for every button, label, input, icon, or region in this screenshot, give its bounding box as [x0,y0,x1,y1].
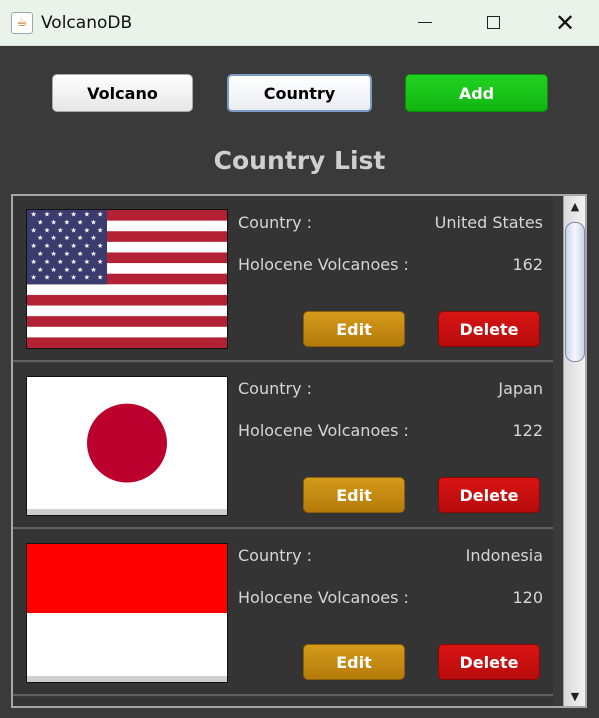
svg-text:★: ★ [90,234,96,242]
svg-text:★: ★ [57,242,63,250]
svg-text:★: ★ [90,266,96,274]
svg-text:★: ★ [77,219,83,227]
country-value: Indonesia [465,546,543,565]
edit-button[interactable]: Edit [303,477,405,513]
delete-button[interactable]: Delete [438,644,540,680]
minimize-button[interactable] [390,0,460,45]
svg-text:★: ★ [84,211,90,219]
volcano-button[interactable]: Volcano [52,74,193,112]
svg-text:★: ★ [84,226,90,234]
country-label: Country : [238,546,313,565]
svg-text:★: ★ [31,242,37,250]
svg-text:★: ★ [37,234,43,242]
close-button[interactable]: ✕ [530,0,599,45]
svg-text:★: ★ [97,274,103,282]
svg-text:★: ★ [44,258,50,266]
country-label: Country : [238,379,313,398]
scroll-down-icon[interactable]: ▼ [564,686,585,706]
holocene-volcanoes-label: Holocene Volcanoes : [238,255,409,274]
holocene-volcanoes-label: Holocene Volcanoes : [238,588,409,607]
list-item [13,697,553,706]
svg-text:★: ★ [70,274,76,282]
add-button[interactable]: Add [405,74,548,112]
maximize-button[interactable] [458,0,528,45]
svg-text:★: ★ [90,219,96,227]
svg-text:★: ★ [44,211,50,219]
svg-text:★: ★ [57,211,63,219]
vertical-scrollbar[interactable]: ▲ ▼ [563,196,585,706]
svg-text:★: ★ [84,258,90,266]
svg-text:★: ★ [44,274,50,282]
holocene-volcanoes-count: 120 [512,588,543,607]
close-icon: ✕ [554,8,576,37]
title-bar: ☕ VolcanoDB ✕ [0,0,599,46]
delete-button[interactable]: Delete [438,477,540,513]
svg-text:★: ★ [37,250,43,258]
svg-text:★: ★ [84,242,90,250]
svg-text:★: ★ [70,211,76,219]
maximize-icon [486,16,500,29]
svg-text:★: ★ [77,250,83,258]
svg-text:★: ★ [64,234,70,242]
main-panel: Volcano Country Add Country List ★ ★ ★ ★ ★ ★ ★… [0,46,599,718]
svg-text:★: ★ [31,258,37,266]
svg-text:★: ★ [84,274,90,282]
svg-text:★: ★ [31,226,37,234]
list-item: Country : Japan Holocene Volcanoes : 122… [13,363,553,529]
minimize-icon [418,21,432,24]
svg-text:★: ★ [37,219,43,227]
holocene-volcanoes-count: 122 [512,421,543,440]
country-value: Japan [498,379,543,398]
country-list[interactable]: ★ ★ ★ ★ ★ ★ ★ ★ ★ ★ ★ ★ ★ ★ ★ ★ ★ ★ ★ ★ ★ ★ ★ ★ ★ ★ ★ ★ ★ ★ ★ ★ ★ ★ ★ ★ ★ ★ ★ ★… [11,194,587,708]
delete-button[interactable]: Delete [438,311,540,347]
holocene-volcanoes-count: 162 [512,255,543,274]
list-item: ★ ★ ★ ★ ★ ★ ★ ★ ★ ★ ★ ★ ★ ★ ★ ★ ★ ★ ★ ★ ★ ★ ★ ★ ★ ★ ★ ★ ★ ★ ★ ★ ★ ★ ★ ★ ★ ★ ★ ★… [13,196,553,362]
svg-text:★: ★ [64,250,70,258]
svg-text:★: ★ [57,274,63,282]
country-value: United States [434,213,543,232]
svg-text:★: ★ [97,226,103,234]
japan-flag [26,376,228,516]
scrollbar-thumb[interactable] [565,222,585,362]
svg-text:★: ★ [50,266,56,274]
page-title: Country List [213,146,386,175]
indonesia-flag [26,543,228,683]
svg-text:★: ★ [64,266,70,274]
list-item: Country : Indonesia Holocene Volcanoes :… [13,530,553,696]
svg-text:★: ★ [77,234,83,242]
svg-text:★: ★ [44,226,50,234]
svg-text:★: ★ [64,219,70,227]
svg-text:★: ★ [77,266,83,274]
scroll-up-icon[interactable]: ▲ [564,196,585,216]
svg-text:★: ★ [97,242,103,250]
country-label: Country : [238,213,313,232]
svg-text:★: ★ [50,234,56,242]
svg-text:★: ★ [31,274,37,282]
holocene-volcanoes-label: Holocene Volcanoes : [238,421,409,440]
svg-text:★: ★ [70,242,76,250]
svg-text:★: ★ [50,250,56,258]
svg-text:★: ★ [57,258,63,266]
svg-text:★: ★ [37,266,43,274]
java-cup-icon: ☕ [11,11,33,34]
edit-button[interactable]: Edit [303,644,405,680]
svg-text:★: ★ [97,258,103,266]
us-flag: ★ ★ ★ ★ ★ ★ ★ ★ ★ ★ ★ ★ ★ ★ ★ ★ ★ ★ ★ ★ ★ ★ ★ ★ ★ ★ ★ ★ ★ ★ ★ ★ ★ ★ ★ ★ ★ ★ ★ ★… [26,209,228,349]
window-title: VolcanoDB [41,12,133,33]
svg-text:★: ★ [31,211,37,219]
svg-text:★: ★ [97,211,103,219]
country-button[interactable]: Country [227,74,372,112]
svg-text:★: ★ [70,258,76,266]
svg-text:★: ★ [90,250,96,258]
edit-button[interactable]: Edit [303,311,405,347]
svg-text:★: ★ [50,219,56,227]
svg-text:★: ★ [70,226,76,234]
svg-text:★: ★ [44,242,50,250]
svg-text:★: ★ [57,226,63,234]
